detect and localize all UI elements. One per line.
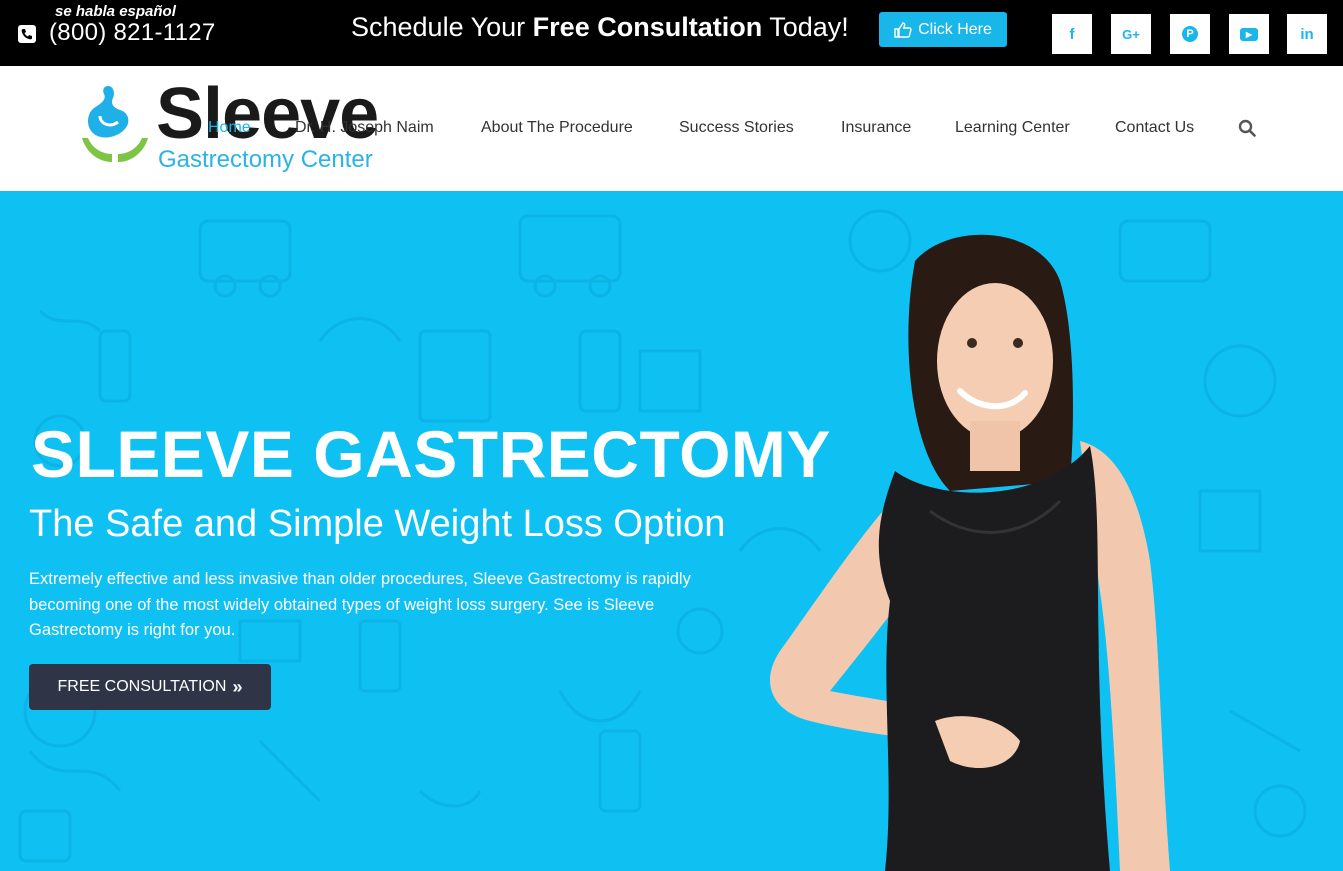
double-chevron-right-icon: » [232,676,243,697]
free-consultation-button[interactable]: FREE CONSULTATION » [29,664,271,710]
nav-item-about-procedure[interactable]: About The Procedure [481,119,633,137]
logo-title[interactable]: Sleeve [156,74,379,154]
click-here-button[interactable]: Click Here [879,12,1007,47]
facebook-link[interactable]: f [1052,14,1092,54]
hero-description: Extremely effective and less invasive th… [29,570,691,639]
nav-item-home[interactable]: Home [208,119,251,137]
google-plus-icon: G+ [1122,26,1140,42]
facebook-icon: f [1069,25,1075,43]
nav-item-doctor[interactable]: Dr. H. Joseph Naim [295,119,434,137]
linkedin-icon: in [1300,25,1314,43]
nav-item-contact-us[interactable]: Contact Us [1115,119,1194,137]
search-icon[interactable] [1238,119,1256,137]
schedule-text-bold: Free Consultation [532,12,763,42]
hero-title: SLEEVE GASTRECTOMY [31,417,831,491]
phone-icon [18,25,36,43]
youtube-icon: ▶ [1240,27,1258,41]
schedule-text-pre: Schedule Your [351,12,526,42]
click-here-label: Click Here [918,20,992,38]
site-header: Sleeve Gastrectomy Center Home Dr. H. Jo… [0,66,1343,191]
phone-number[interactable]: (800) 821-1127 [49,19,216,47]
linkedin-link[interactable]: in [1287,14,1327,54]
nav-item-success-stories[interactable]: Success Stories [679,119,794,137]
spanish-notice: se habla español [55,3,176,20]
hero-subtitle: The Safe and Simple Weight Loss Option [29,503,726,545]
logo-subtitle[interactable]: Gastrectomy Center [158,145,373,175]
schedule-banner: Schedule Your Free Consultation Today! [351,12,849,43]
nav-item-insurance[interactable]: Insurance [841,119,911,137]
top-bar: se habla español (800) 821-1127 Schedule… [0,0,1343,66]
free-consultation-label: FREE CONSULTATION [57,678,227,695]
schedule-text-post: Today! [769,12,849,42]
google-plus-link[interactable]: G+ [1111,14,1151,54]
pinterest-link[interactable]: P [1170,14,1210,54]
thumbs-up-icon [894,21,912,38]
nav-item-learning-center[interactable]: Learning Center [955,119,1070,137]
pinterest-icon: P [1182,26,1198,42]
patient-photo [770,234,1170,871]
logo-stomach-icon[interactable] [80,82,150,168]
youtube-link[interactable]: ▶ [1229,14,1269,54]
hero-section: SLEEVE GASTRECTOMY The Safe and Simple W… [0,191,1343,871]
